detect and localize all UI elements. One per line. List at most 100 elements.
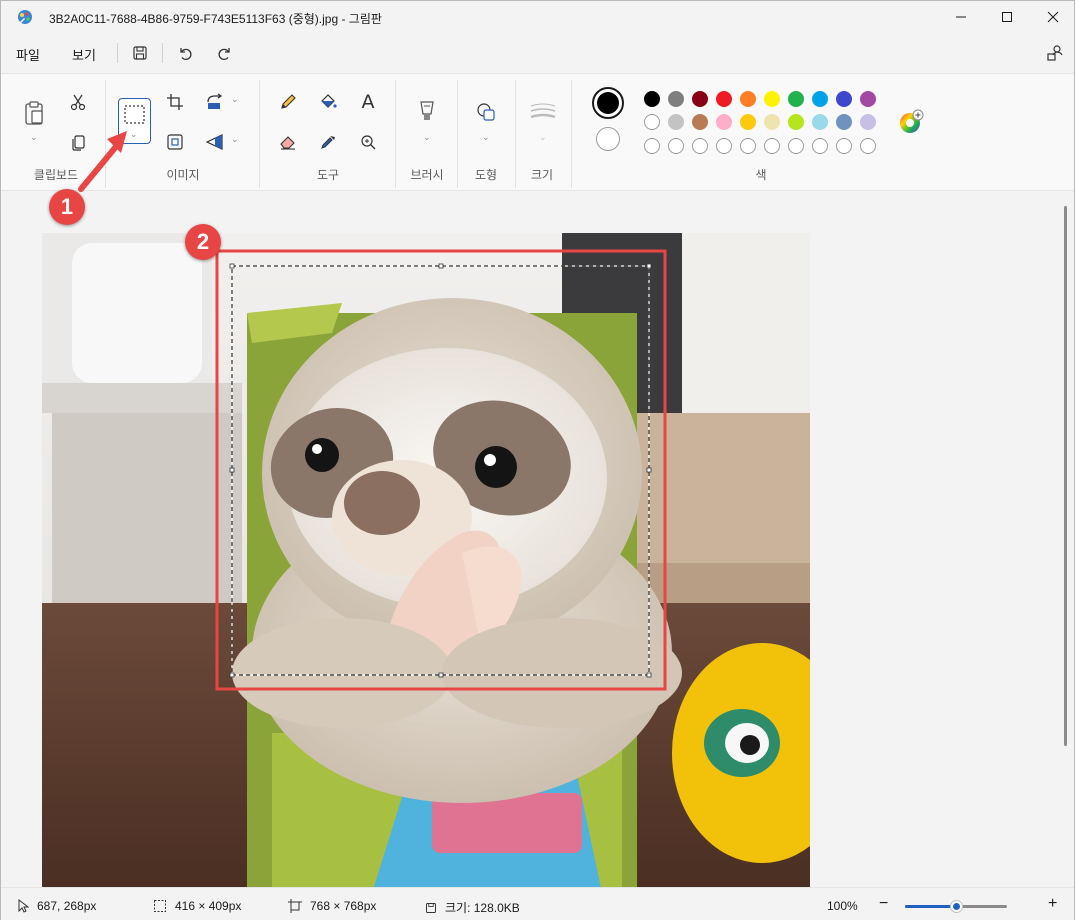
menu-divider	[117, 43, 118, 63]
title-bar: 3B2A0C11-7688-4B86-9759-F743E5113F63 (중형…	[1, 1, 1074, 33]
canvas-size-icon	[288, 899, 302, 913]
custom-color-slot[interactable]	[692, 138, 708, 154]
rotate-icon[interactable]	[201, 88, 229, 116]
undo-icon[interactable]	[173, 41, 197, 65]
palette-color-swatch[interactable]	[716, 91, 732, 107]
chevron-down-icon[interactable]: ⌄	[231, 134, 239, 145]
zoom-in-button[interactable]: +	[1048, 895, 1057, 913]
chevron-down-icon[interactable]: ⌄	[423, 132, 431, 143]
custom-color-slot[interactable]	[764, 138, 780, 154]
ribbon-divider	[395, 80, 396, 188]
cursor-icon	[18, 899, 29, 913]
chevron-down-icon[interactable]: ⌄	[30, 132, 38, 143]
paste-icon[interactable]	[19, 98, 49, 128]
cut-icon[interactable]	[64, 88, 92, 116]
ribbon-divider	[259, 80, 260, 188]
crop-icon[interactable]	[161, 88, 189, 116]
palette-color-swatch[interactable]	[812, 114, 828, 130]
custom-color-slot[interactable]	[668, 138, 684, 154]
eraser-icon[interactable]	[274, 128, 302, 156]
menu-bar: 파일 보기	[1, 33, 1074, 73]
fill-bucket-icon[interactable]	[314, 88, 342, 116]
selection-size: 416 × 409px	[153, 899, 241, 913]
close-button[interactable]	[1030, 1, 1075, 33]
palette-color-swatch[interactable]	[644, 91, 660, 107]
paint-app-icon	[17, 9, 33, 25]
palette-color-swatch[interactable]	[860, 114, 876, 130]
custom-color-slot[interactable]	[812, 138, 828, 154]
group-label-tools: 도구	[316, 168, 340, 182]
palette-color-swatch[interactable]	[740, 91, 756, 107]
group-label-brush: 브러시	[410, 168, 444, 182]
text-tool-icon[interactable]: A	[354, 88, 382, 116]
brush-icon[interactable]	[413, 98, 441, 126]
menu-divider	[162, 43, 163, 63]
edit-colors-icon[interactable]	[897, 108, 925, 136]
custom-color-slot[interactable]	[788, 138, 804, 154]
canvas-size-value: 768 × 768px	[310, 899, 377, 913]
zoom-slider-fill	[905, 905, 956, 908]
flip-icon[interactable]	[201, 128, 229, 156]
primary-color-fill	[597, 92, 619, 114]
cursor-position: 687, 268px	[17, 899, 96, 913]
palette-color-swatch[interactable]	[836, 91, 852, 107]
save-icon[interactable]	[128, 41, 152, 65]
line-size-icon[interactable]	[529, 98, 557, 126]
selection-size-value: 416 × 409px	[175, 899, 242, 913]
color-picker-icon[interactable]	[314, 128, 342, 156]
group-label-shapes: 도형	[474, 168, 498, 182]
palette-color-swatch[interactable]	[764, 114, 780, 130]
custom-color-slot[interactable]	[836, 138, 852, 154]
ribbon-divider	[515, 80, 516, 188]
window-title: 3B2A0C11-7688-4B86-9759-F743E5113F63 (중형…	[49, 12, 382, 26]
chevron-down-icon[interactable]: ⌄	[231, 94, 239, 105]
palette-color-swatch[interactable]	[788, 91, 804, 107]
menu-file[interactable]: 파일	[16, 45, 40, 64]
vertical-scrollbar[interactable]	[1064, 206, 1067, 746]
zoom-out-button[interactable]: −	[879, 895, 888, 913]
palette-color-swatch[interactable]	[692, 91, 708, 107]
custom-color-slot[interactable]	[860, 138, 876, 154]
maximize-button[interactable]	[984, 1, 1030, 33]
shapes-icon[interactable]	[472, 98, 500, 126]
canvas-workspace	[1, 192, 1074, 887]
annotation-marker-1: 1	[49, 189, 85, 225]
custom-color-slot[interactable]	[644, 138, 660, 154]
resize-icon[interactable]	[161, 128, 189, 156]
zoom-slider[interactable]	[905, 900, 1007, 913]
palette-color-swatch[interactable]	[740, 114, 756, 130]
canvas-size: 768 × 768px	[288, 899, 376, 913]
palette-color-swatch[interactable]	[644, 114, 660, 130]
file-size: 크기: 128.0KB	[425, 899, 520, 916]
magnifier-icon[interactable]	[354, 128, 382, 156]
zoom-level: 100%	[827, 899, 858, 913]
palette-color-swatch[interactable]	[812, 91, 828, 107]
pencil-icon[interactable]	[274, 88, 302, 116]
primary-color-swatch[interactable]	[592, 87, 624, 119]
palette-color-swatch[interactable]	[836, 114, 852, 130]
palette-color-swatch[interactable]	[716, 114, 732, 130]
ribbon-divider	[571, 80, 572, 188]
custom-color-slot[interactable]	[716, 138, 732, 154]
menu-view[interactable]: 보기	[72, 45, 96, 64]
minimize-button[interactable]	[938, 1, 984, 33]
palette-color-swatch[interactable]	[692, 114, 708, 130]
palette-color-swatch[interactable]	[860, 91, 876, 107]
selection-icon	[154, 900, 166, 912]
paint-window: 3B2A0C11-7688-4B86-9759-F743E5113F63 (중형…	[0, 0, 1075, 920]
account-icon[interactable]	[1043, 41, 1067, 65]
palette-color-swatch[interactable]	[788, 114, 804, 130]
group-label-colors: 색	[755, 168, 767, 182]
custom-color-slot[interactable]	[740, 138, 756, 154]
save-icon	[426, 902, 436, 913]
group-label-size: 크기	[530, 168, 554, 182]
chevron-down-icon[interactable]: ⌄	[482, 132, 490, 143]
secondary-color-swatch[interactable]	[596, 127, 620, 151]
palette-color-swatch[interactable]	[668, 91, 684, 107]
redo-icon[interactable]	[213, 41, 237, 65]
palette-color-swatch[interactable]	[764, 91, 780, 107]
status-bar: 687, 268px 416 × 409px 768 × 768px 크기: 1…	[1, 887, 1074, 920]
zoom-slider-thumb[interactable]	[950, 900, 963, 913]
palette-color-swatch[interactable]	[668, 114, 684, 130]
canvas-image[interactable]	[42, 233, 810, 887]
